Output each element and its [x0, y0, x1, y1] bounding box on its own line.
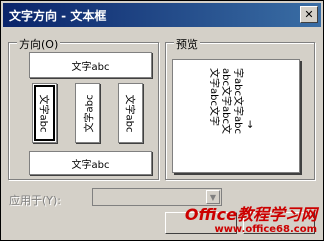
watermark-line-2: www.office68.com: [214, 224, 317, 235]
watermark: Office教程学习网 www.office68.com: [185, 206, 317, 236]
orientation-horizontal-text: 文字abc: [71, 61, 110, 73]
orientation-vertical-cw-text: 文字abc: [123, 94, 135, 132]
preview-line-2: abc文字abc文: [220, 68, 231, 134]
orientation-vertical-selected-option[interactable]: 文字abc: [32, 83, 57, 143]
preview-line-1: 文字abc文字: [208, 68, 219, 126]
preview-line-3: 字abc文字abc: [232, 68, 243, 134]
orientation-group-label: 方向(O): [17, 36, 61, 52]
dropdown-arrow-icon[interactable]: ▼: [206, 190, 220, 204]
orientation-vertical-selected-text: 文字abc: [37, 94, 49, 132]
title-bar[interactable]: 文字方向 - 文本框 ✕: [3, 3, 321, 27]
preview-page: 文字abc文字 abc文字abc文 字abc文字abc →: [172, 59, 300, 173]
orientation-vertical-cw-option[interactable]: 文字abc: [118, 83, 143, 143]
orientation-horizontal-bottom-option[interactable]: 文字abc: [29, 151, 152, 175]
close-button[interactable]: ✕: [300, 6, 318, 23]
dialog-window: 文字方向 - 文本框 ✕ 方向(O) 文字abc 文字abc 文字abc 文字a…: [0, 0, 324, 241]
orientation-horizontal-bottom-text: 文字abc: [71, 159, 110, 171]
orientation-group: 方向(O) 文字abc 文字abc 文字abc 文字abc 文字abc: [8, 36, 159, 180]
orientation-vertical-ccw-option[interactable]: 文字abc: [75, 83, 100, 143]
preview-group-label: 预览: [174, 36, 200, 52]
preview-line-4: →: [244, 120, 255, 129]
watermark-line-1: Office教程学习网: [184, 205, 317, 224]
orientation-vertical-ccw-text: 文字abc: [84, 94, 96, 132]
window-title: 文字方向 - 文本框: [9, 9, 107, 23]
orientation-horizontal-option[interactable]: 文字abc: [29, 52, 152, 78]
close-icon: ✕: [304, 8, 314, 21]
apply-to-select[interactable]: ▼: [92, 188, 222, 206]
apply-to-label: 应用于(Y):: [9, 194, 62, 207]
preview-group: 预览 文字abc文字 abc文字abc文 字abc文字abc →: [165, 36, 315, 180]
